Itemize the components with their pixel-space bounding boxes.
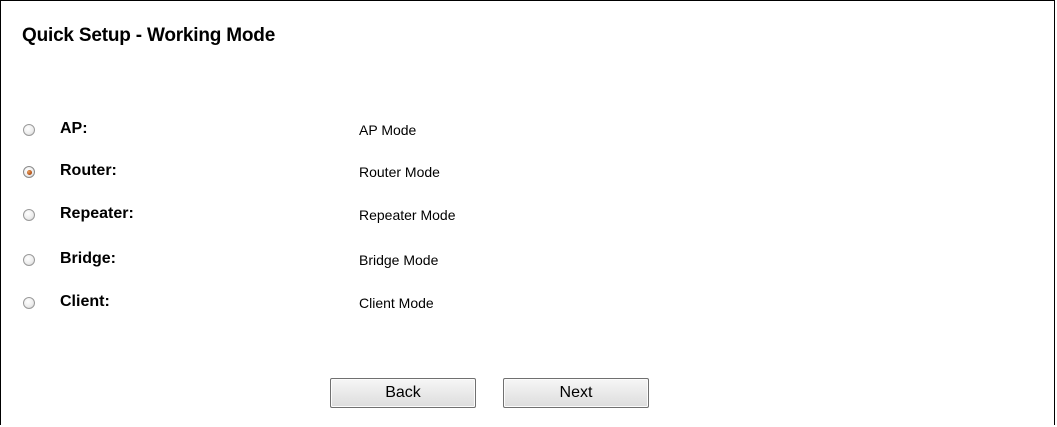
mode-description-router: Router Mode: [359, 164, 440, 180]
mode-label-client: Client:: [60, 293, 110, 310]
mode-label-repeater: Repeater:: [60, 205, 134, 222]
mode-row-ap[interactable]: AP: AP Mode: [1, 120, 701, 144]
mode-label-bridge: Bridge:: [60, 250, 116, 267]
mode-description-client: Client Mode: [359, 295, 434, 311]
mode-row-bridge[interactable]: Bridge: Bridge Mode: [1, 250, 701, 274]
radio-router[interactable]: [23, 166, 35, 178]
radio-repeater[interactable]: [23, 209, 35, 221]
mode-description-ap: AP Mode: [359, 122, 417, 138]
mode-row-repeater[interactable]: Repeater: Repeater Mode: [1, 205, 701, 229]
mode-label-ap: AP:: [60, 120, 88, 137]
mode-row-router[interactable]: Router: Router Mode: [1, 162, 701, 186]
next-button[interactable]: Next: [503, 378, 649, 408]
mode-description-repeater: Repeater Mode: [359, 207, 456, 223]
radio-bridge[interactable]: [23, 254, 35, 266]
back-button[interactable]: Back: [330, 378, 476, 408]
mode-label-router: Router:: [60, 162, 117, 179]
radio-ap[interactable]: [23, 124, 35, 136]
mode-row-client[interactable]: Client: Client Mode: [1, 293, 701, 317]
mode-description-bridge: Bridge Mode: [359, 252, 439, 268]
page-title: Quick Setup - Working Mode: [22, 25, 276, 46]
quick-setup-panel: Quick Setup - Working Mode AP: AP Mode R…: [0, 0, 1055, 425]
radio-client[interactable]: [23, 297, 35, 309]
